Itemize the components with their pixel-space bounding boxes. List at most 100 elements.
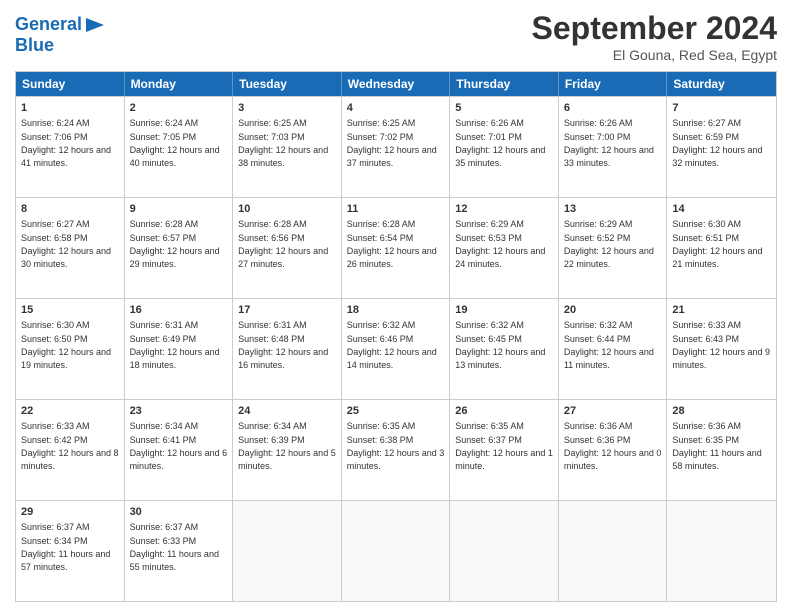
day-number: 11 — [347, 202, 445, 217]
day-info: Sunrise: 6:31 AMSunset: 6:48 PMDaylight:… — [238, 320, 328, 370]
title-block: September 2024 El Gouna, Red Sea, Egypt — [532, 10, 777, 63]
calendar-page: General Blue September 2024 El Gouna, Re… — [0, 0, 792, 612]
day-info: Sunrise: 6:29 AMSunset: 6:52 PMDaylight:… — [564, 219, 654, 269]
cal-cell-day-2: 2 Sunrise: 6:24 AMSunset: 7:05 PMDaylight… — [125, 97, 234, 197]
day-number: 28 — [672, 404, 771, 419]
cal-cell-day-13: 13Sunrise: 6:29 AMSunset: 6:52 PMDayligh… — [559, 198, 668, 298]
location-subtitle: El Gouna, Red Sea, Egypt — [532, 47, 777, 63]
cal-cell-empty — [342, 501, 451, 601]
cal-cell-day-14: 14 Sunrise: 6:30 AMSunset: 6:51 PMDayligh… — [667, 198, 776, 298]
day-number: 23 — [130, 404, 228, 419]
cal-row-4: 22 Sunrise: 6:33 AMSunset: 6:42 PMDayligh… — [16, 399, 776, 500]
header-thursday: Thursday — [450, 72, 559, 96]
cal-cell-day-26: 26Sunrise: 6:35 AMSunset: 6:37 PMDayligh… — [450, 400, 559, 500]
day-number: 6 — [564, 101, 662, 116]
logo-text-general: General — [15, 15, 82, 35]
cal-cell-day-11: 11 Sunrise: 6:28 AMSunset: 6:54 PMDayligh… — [342, 198, 451, 298]
day-number: 5 — [455, 101, 553, 116]
day-info: Sunrise: 6:31 AMSunset: 6:49 PMDaylight:… — [130, 320, 220, 370]
day-number: 14 — [672, 202, 771, 217]
cal-cell-day-25: 25Sunrise: 6:35 AMSunset: 6:38 PMDayligh… — [342, 400, 451, 500]
cal-cell-day-8: 8 Sunrise: 6:27 AMSunset: 6:58 PMDaylight… — [16, 198, 125, 298]
cal-cell-day-22: 22 Sunrise: 6:33 AMSunset: 6:42 PMDayligh… — [16, 400, 125, 500]
cal-cell-day-1: 1Sunrise: 6:24 AMSunset: 7:06 PMDaylight… — [16, 97, 125, 197]
month-title: September 2024 — [532, 10, 777, 47]
day-number: 10 — [238, 202, 336, 217]
logo-icon — [84, 14, 106, 36]
day-number: 22 — [21, 404, 119, 419]
logo-text-blue: Blue — [15, 36, 106, 56]
day-info: Sunrise: 6:33 AMSunset: 6:42 PMDaylight:… — [21, 421, 119, 471]
cal-cell-empty — [667, 501, 776, 601]
calendar-header: Sunday Monday Tuesday Wednesday Thursday… — [16, 72, 776, 96]
header-tuesday: Tuesday — [233, 72, 342, 96]
day-info: Sunrise: 6:34 AMSunset: 6:41 PMDaylight:… — [130, 421, 228, 471]
cal-cell-empty — [450, 501, 559, 601]
day-info: Sunrise: 6:24 AMSunset: 7:05 PMDaylight:… — [130, 118, 220, 168]
header: General Blue September 2024 El Gouna, Re… — [15, 10, 777, 63]
calendar: Sunday Monday Tuesday Wednesday Thursday… — [15, 71, 777, 602]
day-number: 30 — [130, 505, 228, 520]
day-number: 1 — [21, 101, 119, 116]
cal-cell-day-17: 17Sunrise: 6:31 AMSunset: 6:48 PMDayligh… — [233, 299, 342, 399]
cal-cell-day-9: 9 Sunrise: 6:28 AMSunset: 6:57 PMDaylight… — [125, 198, 234, 298]
cal-cell-day-24: 24 Sunrise: 6:34 AMSunset: 6:39 PMDayligh… — [233, 400, 342, 500]
cal-cell-empty — [559, 501, 668, 601]
cal-row-1: 1Sunrise: 6:24 AMSunset: 7:06 PMDaylight… — [16, 96, 776, 197]
day-number: 20 — [564, 303, 662, 318]
cal-cell-day-28: 28 Sunrise: 6:36 AMSunset: 6:35 PMDayligh… — [667, 400, 776, 500]
cal-cell-day-27: 27Sunrise: 6:36 AMSunset: 6:36 PMDayligh… — [559, 400, 668, 500]
cal-cell-day-3: 3 Sunrise: 6:25 AMSunset: 7:03 PMDaylight… — [233, 97, 342, 197]
day-info: Sunrise: 6:28 AMSunset: 6:57 PMDaylight:… — [130, 219, 220, 269]
day-number: 25 — [347, 404, 445, 419]
day-info: Sunrise: 6:30 AMSunset: 6:50 PMDaylight:… — [21, 320, 111, 370]
day-number: 2 — [130, 101, 228, 116]
day-number: 27 — [564, 404, 662, 419]
day-number: 9 — [130, 202, 228, 217]
cal-cell-day-21: 21 Sunrise: 6:33 AMSunset: 6:43 PMDayligh… — [667, 299, 776, 399]
day-number: 3 — [238, 101, 336, 116]
cal-cell-day-16: 16 Sunrise: 6:31 AMSunset: 6:49 PMDayligh… — [125, 299, 234, 399]
cal-cell-day-5: 5 Sunrise: 6:26 AMSunset: 7:01 PMDaylight… — [450, 97, 559, 197]
day-info: Sunrise: 6:34 AMSunset: 6:39 PMDaylight:… — [238, 421, 336, 471]
day-number: 16 — [130, 303, 228, 318]
header-saturday: Saturday — [667, 72, 776, 96]
cal-row-5: 29Sunrise: 6:37 AMSunset: 6:34 PMDayligh… — [16, 500, 776, 601]
day-number: 15 — [21, 303, 119, 318]
day-info: Sunrise: 6:37 AMSunset: 6:34 PMDaylight:… — [21, 522, 110, 572]
cal-cell-day-10: 10 Sunrise: 6:28 AMSunset: 6:56 PMDayligh… — [233, 198, 342, 298]
day-info: Sunrise: 6:32 AMSunset: 6:44 PMDaylight:… — [564, 320, 654, 370]
day-number: 24 — [238, 404, 336, 419]
day-info: Sunrise: 6:25 AMSunset: 7:03 PMDaylight:… — [238, 118, 328, 168]
cal-cell-day-15: 15 Sunrise: 6:30 AMSunset: 6:50 PMDayligh… — [16, 299, 125, 399]
header-sunday: Sunday — [16, 72, 125, 96]
day-info: Sunrise: 6:37 AMSunset: 6:33 PMDaylight:… — [130, 522, 219, 572]
day-info: Sunrise: 6:26 AMSunset: 7:01 PMDaylight:… — [455, 118, 545, 168]
cal-cell-day-23: 23 Sunrise: 6:34 AMSunset: 6:41 PMDayligh… — [125, 400, 234, 500]
day-info: Sunrise: 6:28 AMSunset: 6:56 PMDaylight:… — [238, 219, 328, 269]
day-info: Sunrise: 6:28 AMSunset: 6:54 PMDaylight:… — [347, 219, 437, 269]
cal-cell-empty — [233, 501, 342, 601]
day-info: Sunrise: 6:27 AMSunset: 6:58 PMDaylight:… — [21, 219, 111, 269]
logo: General Blue — [15, 14, 106, 56]
cal-cell-day-20: 20 Sunrise: 6:32 AMSunset: 6:44 PMDayligh… — [559, 299, 668, 399]
day-number: 18 — [347, 303, 445, 318]
day-info: Sunrise: 6:36 AMSunset: 6:35 PMDaylight:… — [672, 421, 761, 471]
header-wednesday: Wednesday — [342, 72, 451, 96]
cal-row-2: 8 Sunrise: 6:27 AMSunset: 6:58 PMDaylight… — [16, 197, 776, 298]
day-info: Sunrise: 6:27 AMSunset: 6:59 PMDaylight:… — [672, 118, 762, 168]
day-info: Sunrise: 6:30 AMSunset: 6:51 PMDaylight:… — [672, 219, 762, 269]
day-number: 21 — [672, 303, 771, 318]
day-number: 26 — [455, 404, 553, 419]
header-friday: Friday — [559, 72, 668, 96]
day-info: Sunrise: 6:26 AMSunset: 7:00 PMDaylight:… — [564, 118, 654, 168]
day-info: Sunrise: 6:32 AMSunset: 6:46 PMDaylight:… — [347, 320, 437, 370]
cal-cell-day-4: 4Sunrise: 6:25 AMSunset: 7:02 PMDaylight… — [342, 97, 451, 197]
day-number: 19 — [455, 303, 553, 318]
day-info: Sunrise: 6:25 AMSunset: 7:02 PMDaylight:… — [347, 118, 437, 168]
day-number: 7 — [672, 101, 771, 116]
cal-cell-day-29: 29Sunrise: 6:37 AMSunset: 6:34 PMDayligh… — [16, 501, 125, 601]
day-info: Sunrise: 6:33 AMSunset: 6:43 PMDaylight:… — [672, 320, 770, 370]
day-number: 12 — [455, 202, 553, 217]
day-number: 8 — [21, 202, 119, 217]
